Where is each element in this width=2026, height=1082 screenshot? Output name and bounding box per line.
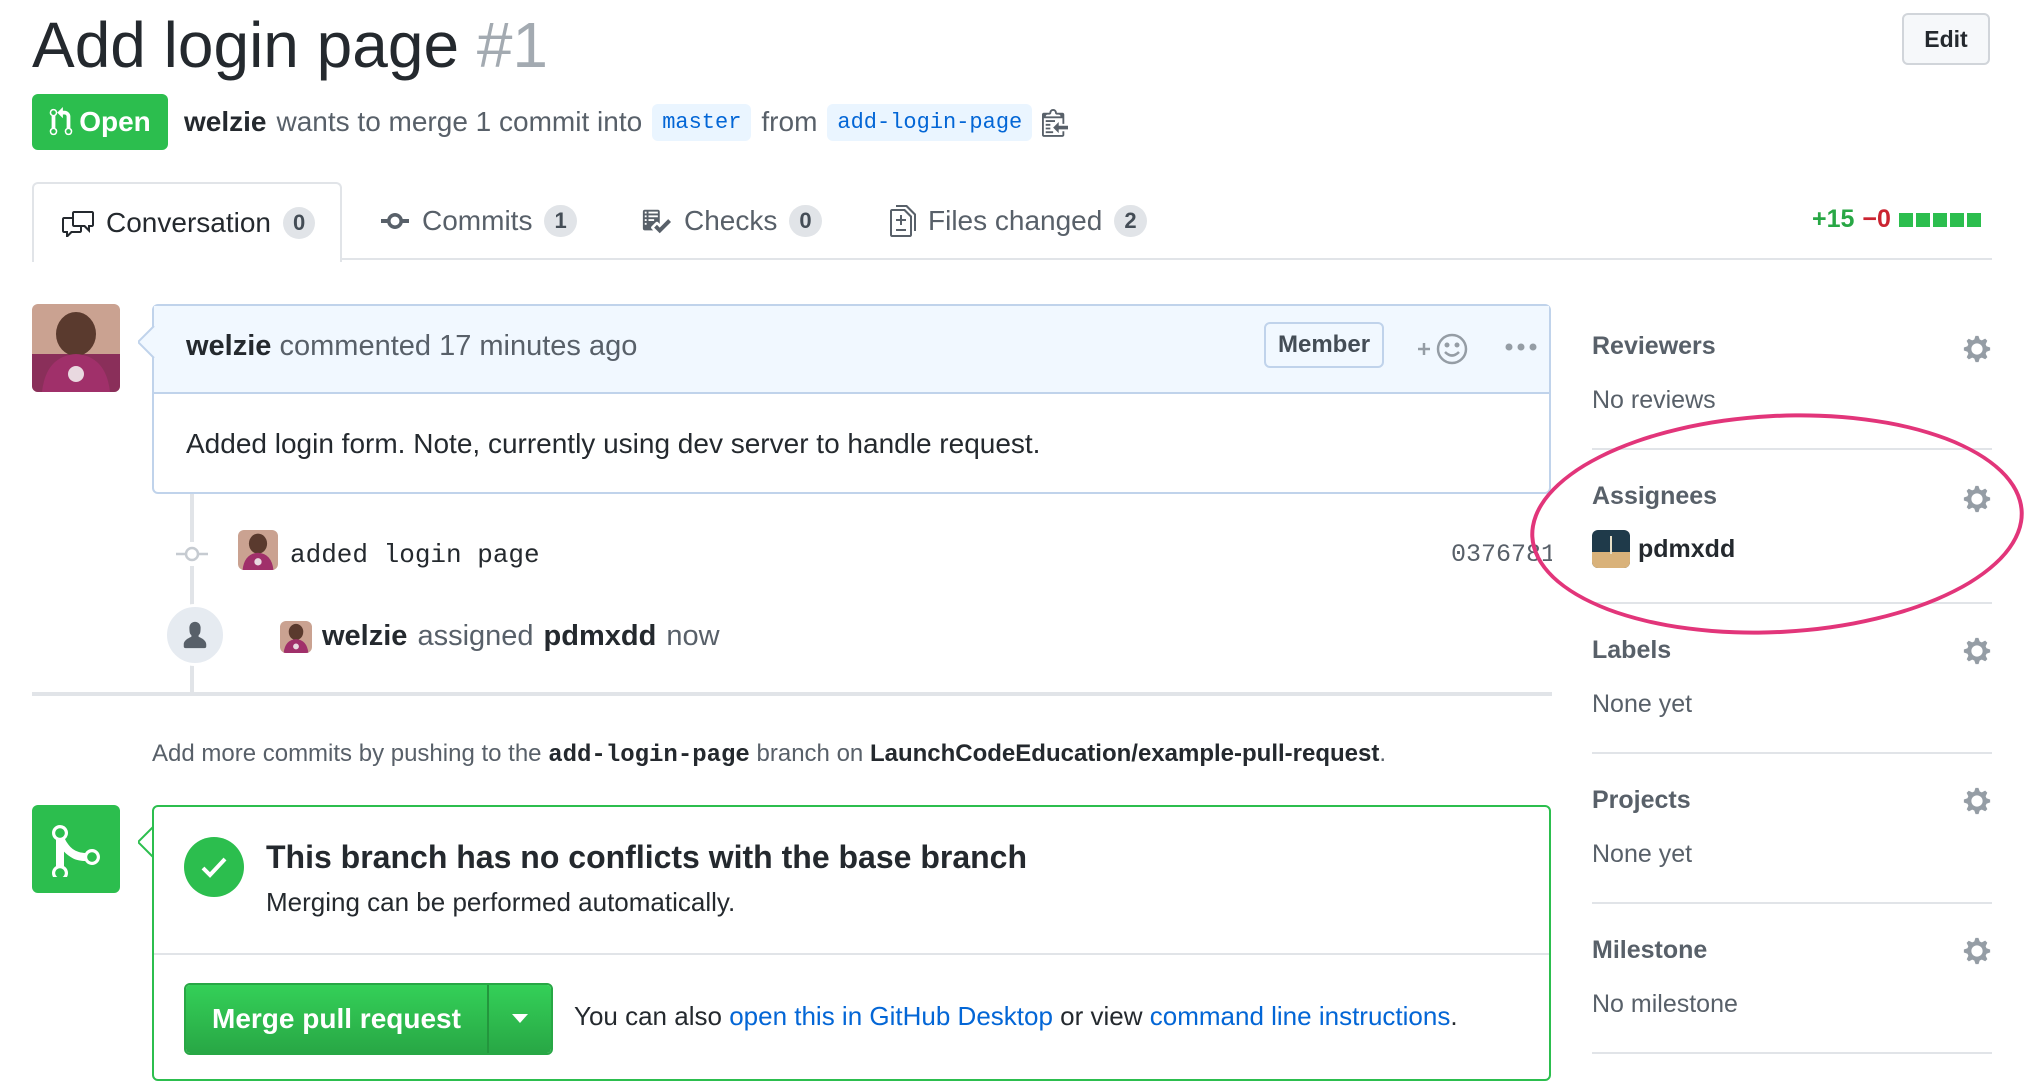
person-icon (183, 621, 207, 649)
tab-commits[interactable]: Commits 1 (380, 182, 577, 260)
merge-note-prefix: You can also (574, 1001, 722, 1031)
push-note-middle: branch on (756, 740, 864, 767)
merge-note-middle: or view (1060, 1001, 1143, 1031)
clipboard-icon[interactable] (1042, 106, 1069, 138)
merge-note: You can also open this in GitHub Desktop… (574, 1001, 1458, 1032)
state-label: Open (79, 106, 151, 137)
push-note: Add more commits by pushing to the add-l… (152, 740, 1386, 769)
file-diff-icon (890, 205, 916, 237)
timeline-end-divider (32, 692, 1552, 696)
sidebar-labels-value: None yet (1592, 690, 1693, 718)
sidebar-divider (1592, 752, 1992, 754)
sidebar-reviewers-value: No reviews (1592, 386, 1716, 414)
member-badge: Member (1264, 322, 1385, 368)
gear-icon[interactable] (1962, 936, 1992, 966)
check-icon (184, 837, 244, 897)
state-badge: Open (32, 94, 168, 150)
comment: welzie commented 17 minutes ago Member A… (152, 304, 1551, 494)
comment-time[interactable]: commented 17 minutes ago (280, 330, 638, 362)
commit-avatar-image (238, 530, 278, 570)
comment-body: Added login form. Note, currently using … (186, 428, 1041, 459)
merge-subtitle: Merging can be performed automatically. (266, 887, 736, 917)
sidebar-divider (1592, 1052, 1992, 1054)
commit-avatar[interactable] (238, 530, 278, 570)
highlight-ellipse (1524, 401, 2026, 647)
event-badge (164, 604, 226, 666)
tab-files-changed[interactable]: Files changed 2 (890, 182, 1147, 260)
event-target[interactable]: pdmxdd (544, 620, 657, 653)
sidebar-labels-title[interactable]: Labels (1592, 636, 1671, 665)
comment-meta: welzie commented 17 minutes ago (186, 330, 637, 363)
event-avatar[interactable] (280, 620, 312, 653)
caret-down-icon (511, 1014, 528, 1023)
comment-header: welzie commented 17 minutes ago Member (154, 306, 1549, 394)
event-time[interactable]: now (666, 620, 719, 653)
avatar[interactable] (32, 304, 120, 392)
tab-counter: 0 (282, 207, 316, 239)
merge-button-group: Merge pull request (184, 983, 553, 1055)
event-avatar-image (280, 620, 312, 653)
diffstat-blocks (1898, 212, 1981, 227)
commit-node-icon (176, 542, 208, 566)
add-reaction-icon[interactable] (1414, 332, 1472, 366)
sidebar-milestone-title[interactable]: Milestone (1592, 936, 1707, 965)
pr-title: Add login page (32, 9, 460, 81)
merge-box: This branch has no conflicts with the ba… (152, 805, 1551, 1081)
gear-icon[interactable] (1962, 636, 1992, 666)
push-note-prefix: Add more commits by pushing to the (152, 740, 542, 767)
git-merge-icon (52, 824, 100, 877)
tab-counter: 1 (544, 205, 577, 237)
merge-options-dropdown[interactable] (486, 985, 551, 1053)
pr-number: #1 (476, 9, 548, 81)
push-note-branch[interactable]: add-login-page (548, 742, 750, 769)
tab-label: Commits (422, 205, 533, 236)
assign-event: welzie assigned pdmxdd now (280, 620, 720, 653)
author-link[interactable]: welzie (184, 106, 266, 138)
tab-checks[interactable]: Checks 0 (640, 182, 822, 260)
tab-label: Checks (684, 205, 778, 236)
additions-count: +15 (1812, 205, 1855, 233)
gear-icon[interactable] (1962, 334, 1992, 364)
head-branch[interactable]: add-login-page (827, 103, 1033, 141)
merge-status: This branch has no conflicts with the ba… (154, 807, 1549, 955)
sidebar-projects-value: None yet (1592, 840, 1693, 868)
event-action: assigned (417, 620, 534, 652)
diffstat: +15 −0 (1812, 205, 1981, 234)
push-note-repo[interactable]: LaunchCodeEducation/example-pull-request (870, 740, 1379, 767)
page-title: Add login page #1 (32, 6, 548, 84)
command-line-instructions-link[interactable]: command line instructions (1150, 1001, 1451, 1031)
commit-icon (381, 213, 409, 229)
merge-title: This branch has no conflicts with the ba… (266, 839, 1028, 875)
deletions-count: −0 (1862, 205, 1891, 233)
from-text: from (761, 106, 818, 137)
author-avatar-image (32, 304, 120, 392)
merge-pull-request-button[interactable]: Merge pull request (186, 985, 487, 1053)
push-note-suffix: . (1379, 740, 1387, 767)
edit-button[interactable]: Edit (1902, 13, 1990, 65)
tab-counter: 0 (789, 205, 822, 237)
merge-text: wants to merge 1 commit into (276, 106, 643, 137)
sidebar-reviewers-title[interactable]: Reviewers (1592, 332, 1716, 361)
base-branch[interactable]: master (652, 103, 752, 141)
tab-counter: 2 (1114, 205, 1147, 237)
sidebar-milestone-value: No milestone (1592, 990, 1738, 1018)
more-options-icon[interactable] (1504, 340, 1538, 354)
tab-label: Files changed (928, 205, 1103, 236)
tab-label: Conversation (106, 207, 271, 238)
pr-meta: welzie wants to merge 1 commit into mast… (184, 100, 1069, 144)
tab-conversation[interactable]: Conversation 0 (32, 182, 342, 262)
gear-icon[interactable] (1962, 786, 1992, 816)
comment-discussion-icon (62, 211, 94, 237)
event-actor[interactable]: welzie (322, 620, 407, 653)
checklist-icon (642, 209, 671, 234)
comment-arrow (138, 326, 155, 358)
sidebar-projects-title[interactable]: Projects (1592, 786, 1691, 815)
merge-status-icon (32, 805, 120, 893)
commit-message[interactable]: added login page (290, 540, 540, 570)
merge-note-suffix: . (1450, 1001, 1458, 1031)
sidebar-divider (1592, 902, 1992, 904)
open-in-desktop-link[interactable]: open this in GitHub Desktop (729, 1001, 1053, 1031)
comment-author[interactable]: welzie (186, 330, 271, 362)
pull-request-icon (49, 107, 73, 136)
